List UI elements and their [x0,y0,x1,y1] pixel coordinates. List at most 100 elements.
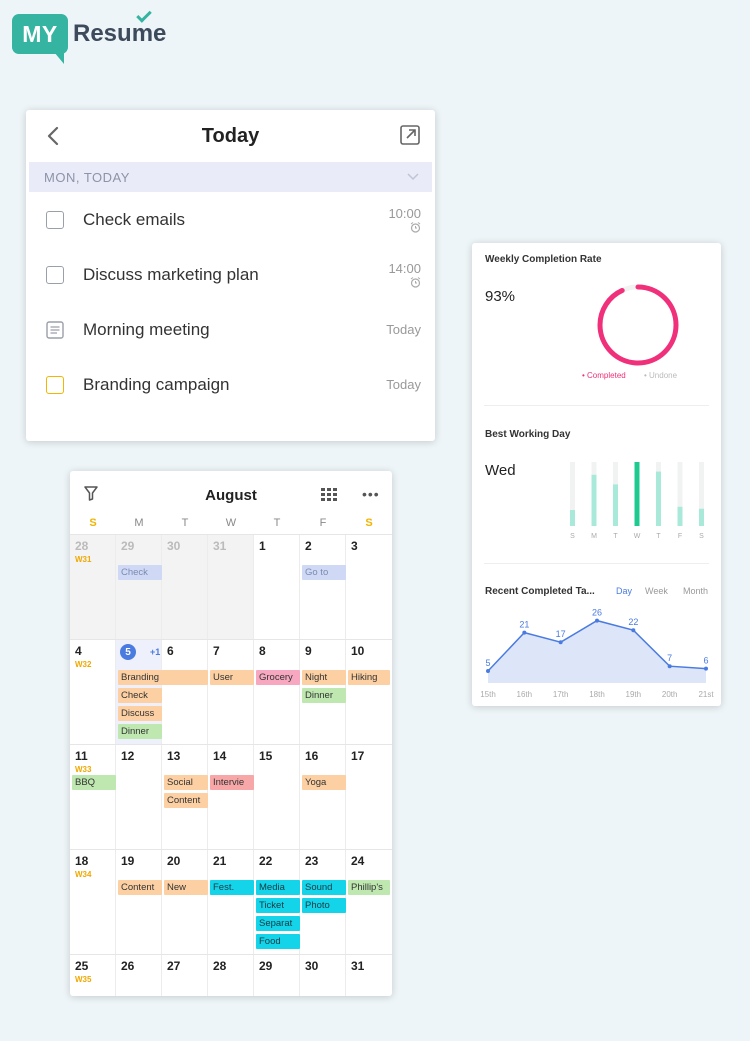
calendar-event[interactable]: Sound [302,880,346,895]
more-events-count[interactable]: +1 [150,647,160,657]
calendar-event[interactable]: Hiking [348,670,390,685]
day-cell[interactable]: 29 [254,955,300,996]
legend-undone-label: Undone [649,371,678,380]
task-item[interactable]: Morning meeting Today [26,302,435,357]
calendar-event[interactable]: Fest. [210,880,254,895]
day-cell[interactable]: 6 [162,640,208,745]
day-cell[interactable]: 18 W34 [70,850,116,955]
calendar-event[interactable]: Dinner [118,724,162,739]
calendar-event[interactable]: Content [118,880,162,895]
day-cell[interactable]: 4 W32 [70,640,116,745]
calendar-event[interactable]: BBQ [72,775,116,790]
day-number: 14 [213,749,227,763]
calendar-event[interactable]: Dinner [302,688,346,703]
day-cell[interactable]: 24 [346,850,392,955]
day-cell[interactable]: 1 [254,535,300,640]
calendar-event[interactable]: Check [118,688,162,703]
day-cell[interactable]: 31 [208,535,254,640]
day-bar [570,510,575,526]
more-options-icon[interactable]: ••• [362,486,380,502]
day-cell[interactable]: 12 [116,745,162,850]
bar-day-label: M [591,533,597,540]
open-external-icon[interactable] [399,124,421,146]
x-tick-label: 17th [553,690,569,699]
day-cell[interactable]: 3 [346,535,392,640]
task-time: 10:00 [388,206,421,233]
day-cell[interactable]: 11 W33 [70,745,116,850]
section-header[interactable]: MON, TODAY [29,162,432,192]
today-marker[interactable]: 5 [120,644,136,660]
day-cell[interactable]: 2 [300,535,346,640]
weekday-label: W [225,517,237,529]
day-cell[interactable]: 15 [254,745,300,850]
day-cell[interactable]: 20 [162,850,208,955]
day-cell[interactable]: 27 [162,955,208,996]
month-title: August [205,487,257,504]
day-cell[interactable]: 25 W35 [70,955,116,996]
calendar-event[interactable]: Discuss [118,706,162,721]
day-cell[interactable]: 21 [208,850,254,955]
divider [484,405,709,406]
chevron-down-icon[interactable] [406,172,420,182]
completion-ring [597,284,679,366]
calendar-event[interactable]: Branding [118,670,208,685]
calendar-event[interactable]: Separat [256,916,300,931]
note-icon[interactable] [46,320,64,339]
alarm-icon [410,222,421,233]
day-number: 4 [75,644,82,658]
x-tick-label: 18th [589,690,605,699]
day-cell[interactable]: 31 [346,955,392,996]
day-cell[interactable]: 28 W31 [70,535,116,640]
task-item[interactable]: Check emails 10:00 [26,192,435,247]
checkbox-icon[interactable] [46,210,64,229]
calendar-event[interactable]: Photo [302,898,346,913]
task-item[interactable]: Discuss marketing plan 14:00 [26,247,435,302]
calendar-event[interactable]: Media [256,880,300,895]
calendar-event[interactable]: Go to [302,565,346,580]
calendar-event[interactable]: Food [256,934,300,949]
day-number: 10 [351,644,365,658]
calendar-event[interactable]: Yoga [302,775,346,790]
day-cell[interactable]: 19 [116,850,162,955]
day-number: 6 [167,644,174,658]
weekday-label: T [181,517,189,529]
data-label: 22 [628,617,638,627]
calendar-event[interactable]: Content [164,793,208,808]
weekday-label: S [365,517,373,529]
day-cell[interactable]: 30 [162,535,208,640]
day-cell[interactable]: 17 [346,745,392,850]
weekday-label: M [134,517,144,529]
day-cell[interactable]: 14 [208,745,254,850]
day-cell[interactable]: 30 [300,955,346,996]
day-number: 18 [75,854,89,868]
recent-completed-title: Recent Completed Ta... [485,586,595,597]
tab-month[interactable]: Month [683,586,708,596]
checkbox-icon[interactable] [46,265,64,284]
calendar-event[interactable]: Check [118,565,162,580]
calendar-event[interactable]: Night [302,670,346,685]
task-item[interactable]: Branding campaign Today [26,357,435,412]
day-cell[interactable]: 16 [300,745,346,850]
calendar-event[interactable]: Intervie [210,775,254,790]
day-cell[interactable]: 26 [116,955,162,996]
calendar-event[interactable]: New [164,880,208,895]
bar-day-label: S [570,533,575,540]
calendar-event[interactable]: User [210,670,254,685]
data-point [667,664,672,669]
day-cell[interactable]: 29 [116,535,162,640]
day-cell[interactable]: 10 [346,640,392,745]
calendar-event[interactable]: Phillip's [348,880,390,895]
day-bar [634,462,640,526]
data-point [704,666,708,671]
calendar-event[interactable]: Grocery [256,670,300,685]
calendar-event[interactable]: Ticket [256,898,300,913]
task-label: Morning meeting [83,319,210,339]
calendar-event[interactable]: Social [164,775,208,790]
checkbox-icon[interactable] [46,375,64,394]
grid-view-icon[interactable] [321,488,337,501]
day-cell[interactable]: 28 [208,955,254,996]
day-cell[interactable]: 7 [208,640,254,745]
day-cell[interactable]: 8 [254,640,300,745]
tab-day[interactable]: Day [616,586,645,596]
tab-week[interactable]: Week [645,586,683,596]
